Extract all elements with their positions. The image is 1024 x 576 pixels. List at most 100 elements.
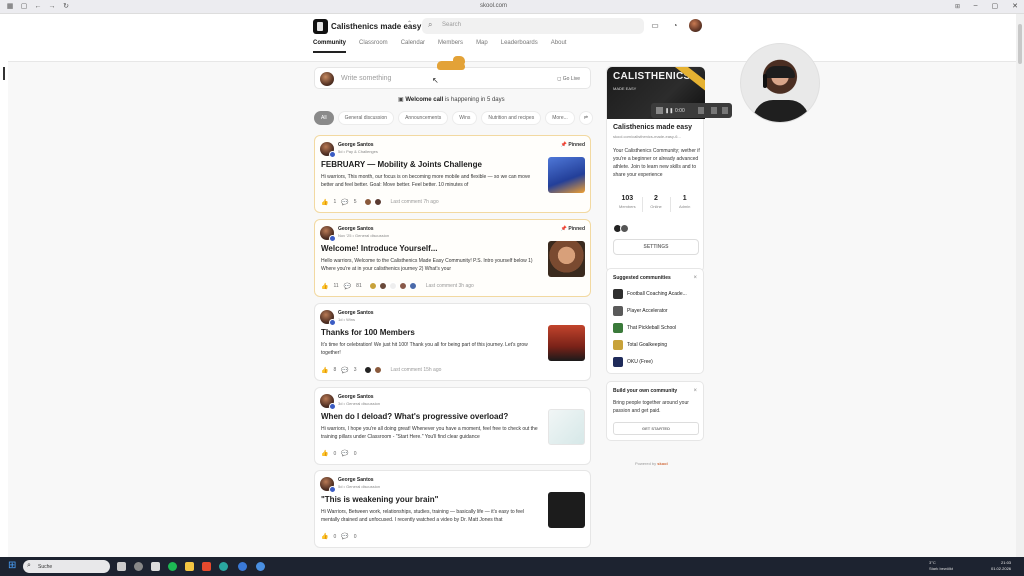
post-title[interactable]: "This is weakening your brain" xyxy=(321,495,438,504)
trash-icon[interactable] xyxy=(722,107,728,114)
post-thumbnail[interactable] xyxy=(548,325,585,361)
file-explorer-icon[interactable] xyxy=(185,562,194,571)
post-card[interactable]: George Santos 1d • Wins Thanks for 100 M… xyxy=(314,303,591,381)
settings-button[interactable]: SETTINGS xyxy=(613,239,699,255)
stat-admin[interactable]: 1 Admin xyxy=(670,195,699,209)
post-author[interactable]: George Santos xyxy=(338,310,374,316)
suggested-item[interactable]: That Pickleball School xyxy=(613,323,676,333)
post-author[interactable]: George Santos xyxy=(338,142,374,148)
tab-calendar[interactable]: Calendar xyxy=(401,40,425,53)
like-icon[interactable]: 👍 xyxy=(321,533,328,540)
minimize-icon[interactable]: – xyxy=(974,2,978,10)
filter-more[interactable]: More... xyxy=(545,111,575,125)
post-thumbnail[interactable] xyxy=(548,492,585,528)
post-title[interactable]: When do I deload? What's progressive ove… xyxy=(321,412,508,421)
get-started-button[interactable]: GET STARTED xyxy=(613,422,699,435)
suggested-item[interactable]: Player Accelerator xyxy=(613,306,668,316)
tab-leaderboards[interactable]: Leaderboards xyxy=(501,40,538,53)
author-avatar[interactable] xyxy=(320,477,336,493)
tab-about[interactable]: About xyxy=(551,40,567,53)
taskbar-search[interactable]: ⌕ Suche xyxy=(23,560,110,573)
tab-map[interactable]: Map xyxy=(476,40,488,53)
comment-icon[interactable]: 💬 xyxy=(341,199,348,206)
comment-icon[interactable]: 💬 xyxy=(341,367,348,374)
record-icon[interactable] xyxy=(656,107,663,114)
post-card[interactable]: George Santos 3d • General discussion Wh… xyxy=(314,387,591,465)
author-avatar[interactable] xyxy=(320,142,336,158)
like-icon[interactable]: 👍 xyxy=(321,367,328,374)
suggested-item[interactable]: Total Goalkeeping xyxy=(613,340,667,350)
app-icon[interactable] xyxy=(134,562,143,571)
pause-icon[interactable]: ❚❚ xyxy=(665,108,673,114)
comment-icon[interactable]: 💬 xyxy=(344,283,351,290)
member-avatar[interactable] xyxy=(620,224,629,233)
close-icon[interactable]: × xyxy=(693,275,697,281)
mic-icon[interactable] xyxy=(698,107,704,114)
filter-announcements[interactable]: Announcements xyxy=(398,111,449,125)
windows-start-icon[interactable]: ⊞ xyxy=(8,561,18,571)
app-icon[interactable] xyxy=(202,562,211,571)
community-url[interactable]: skool.com/calisthenics-made-easy-6... xyxy=(613,134,681,139)
webcam-bubble[interactable] xyxy=(740,43,820,123)
browser-menu-icon[interactable]: ▦ xyxy=(6,3,14,11)
close-icon[interactable]: × xyxy=(693,388,697,394)
browser-icon[interactable] xyxy=(238,562,247,571)
app-icon[interactable] xyxy=(219,562,228,571)
chevron-updown-icon[interactable]: ⌃ ⌄ xyxy=(407,21,412,31)
filter-nutrition[interactable]: Nutrition and recipes xyxy=(481,111,542,125)
welcome-call-banner[interactable]: ▣ Welcome call is happening in 5 days xyxy=(398,96,505,103)
filter-all[interactable]: All xyxy=(314,111,334,125)
extensions-icon[interactable]: ⊞ xyxy=(955,3,960,10)
post-card[interactable]: George Santos Nov '25 • General discussi… xyxy=(314,219,591,297)
filter-settings-icon[interactable]: ⇌ xyxy=(578,111,593,125)
post-thumbnail[interactable] xyxy=(548,241,585,277)
post-title[interactable]: FEBRUARY — Mobility & Joints Challenge xyxy=(321,160,482,169)
tab-classroom[interactable]: Classroom xyxy=(359,40,388,53)
post-title[interactable]: Welcome! Introduce Yourself... xyxy=(321,244,437,253)
app-icon[interactable] xyxy=(151,562,160,571)
spotify-icon[interactable] xyxy=(168,562,177,571)
filter-wins[interactable]: Wins xyxy=(452,111,478,125)
tabs-icon[interactable]: ▢ xyxy=(20,3,28,11)
post-author[interactable]: George Santos xyxy=(338,226,374,232)
comment-icon[interactable]: 💬 xyxy=(341,450,348,457)
post-thumbnail[interactable] xyxy=(548,409,585,445)
author-avatar[interactable] xyxy=(320,226,336,242)
bell-icon[interactable]: ◔ xyxy=(670,21,680,31)
chat-icon[interactable]: ▭ xyxy=(650,21,660,31)
user-avatar[interactable] xyxy=(689,19,702,32)
tab-community[interactable]: Community xyxy=(313,40,346,53)
suggested-item[interactable]: OKU (Free) xyxy=(613,357,653,367)
post-title[interactable]: Thanks for 100 Members xyxy=(321,328,415,337)
back-icon[interactable]: ← xyxy=(34,3,42,11)
scrollbar-thumb[interactable] xyxy=(1018,24,1022,64)
post-author[interactable]: George Santos xyxy=(338,394,374,400)
comment-icon[interactable]: 💬 xyxy=(341,533,348,540)
system-clock[interactable]: 21:03 01.02.2026 xyxy=(991,560,1011,572)
post-author[interactable]: George Santos xyxy=(338,477,374,483)
app-icon[interactable] xyxy=(256,562,265,571)
weather-widget[interactable]: 3°C Stark bewölkt xyxy=(929,560,953,572)
suggested-item[interactable]: Football Coaching Acade... xyxy=(613,289,687,299)
maximize-icon[interactable]: ▢ xyxy=(992,2,999,10)
go-live-button[interactable]: ◻ Go Live xyxy=(557,76,580,82)
task-view-icon[interactable] xyxy=(117,562,126,571)
address-bar[interactable]: skool.com xyxy=(480,3,507,9)
tab-members[interactable]: Members xyxy=(438,40,463,53)
post-card[interactable]: George Santos 5d • General discussion "T… xyxy=(314,470,591,548)
powered-by[interactable]: Powered by skool xyxy=(635,461,668,466)
filter-general-discussion[interactable]: General discussion xyxy=(337,111,395,125)
like-icon[interactable]: 👍 xyxy=(321,199,328,206)
reload-icon[interactable]: ↻ xyxy=(62,3,70,11)
like-icon[interactable]: 👍 xyxy=(321,450,328,457)
camera-icon[interactable] xyxy=(711,107,717,114)
post-card[interactable]: George Santos 5d • Pay & Challenges 📌 Pi… xyxy=(314,135,591,213)
author-avatar[interactable] xyxy=(320,310,336,326)
stat-online[interactable]: 2 Online xyxy=(642,195,671,209)
like-icon[interactable]: 👍 xyxy=(321,283,328,290)
community-logo[interactable] xyxy=(313,19,328,34)
close-window-icon[interactable]: ✕ xyxy=(1012,2,1018,10)
search-input[interactable]: ⌕ Search xyxy=(422,18,644,34)
stat-members[interactable]: 103 Members xyxy=(613,195,642,209)
post-thumbnail[interactable] xyxy=(548,157,585,193)
